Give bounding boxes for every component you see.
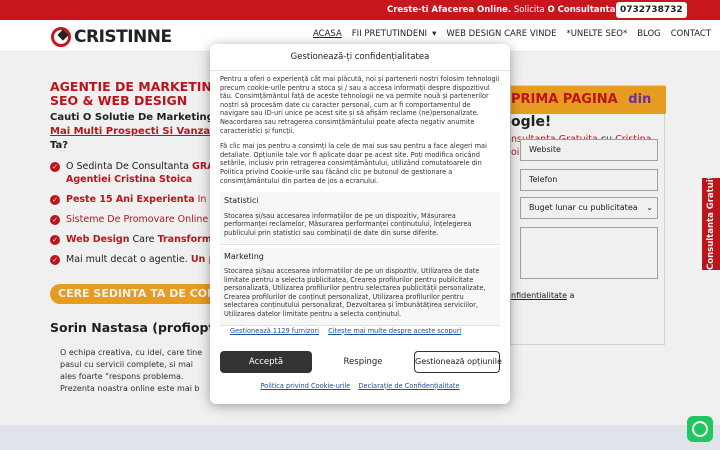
nav-item-label: FII PRETUTINDENI [351,29,428,39]
top-promo-bar: Creste-ti Afacerea Online. Solicita O Co… [0,0,720,20]
cookie-consent-modal: Gestionează-ți confidențialitatea Pentru… [210,44,510,404]
modal-intro-p2: Fă clic mai jos pentru a consimți la cel… [220,142,487,185]
main-nav: ACASA FII PRETUTINDENI ▾ WEB DESIGN CARE … [313,29,720,39]
privacy-statement-link[interactable]: Declarație de Confidențialitate [358,382,459,390]
promo-mid: Solicita [513,5,545,15]
phone-button[interactable]: 0732738732 [616,2,687,18]
read-more-link[interactable]: Citește mai multe despre aceste scopuri [328,327,461,335]
refuse-button[interactable]: Respinge [317,351,409,373]
section-title: Marketing [224,251,264,261]
modal-intro-p1: Pentru a oferi o experiență cât mai plăc… [220,75,500,135]
chevron-down-icon: ▾ [432,29,437,39]
modal-footer-links: Politica privind Cookie-urile Declarație… [210,382,510,391]
section-body: Stocarea și/sau accesarea informațiilor … [224,267,486,319]
nav-item-unelte-seo[interactable]: *UNELTE SEO* [566,29,627,39]
manage-options-button[interactable]: Gestionează opțiunile [414,351,502,373]
manage-vendors-link[interactable]: Gestionează 1129 furnizori [230,327,319,335]
site-logo[interactable]: CRISTINNE [51,26,172,48]
cookie-policy-link[interactable]: Politica privind Cookie-urile [260,382,350,390]
modal-title: Gestionează-ți confidențialitatea [290,52,430,62]
accept-button[interactable]: Acceptă [220,351,312,373]
nav-item-blog[interactable]: BLOG [637,29,661,39]
section-title: Statistici [224,196,259,206]
nav-item-acasa[interactable]: ACASA [313,29,342,39]
nav-item-web-design[interactable]: WEB DESIGN CARE VINDE [446,29,556,39]
consent-section-statistics[interactable]: Statistici Stocarea și/sau accesarea inf… [220,192,500,245]
modal-divider [210,70,510,71]
nav-item-fii-pretutindeni[interactable]: FII PRETUTINDENI ▾ [352,29,437,39]
logo-text: CRISTINNE [74,27,172,47]
consent-section-marketing[interactable]: Marketing Stocarea și/sau accesarea info… [220,247,500,326]
nav-item-contact[interactable]: CONTACT [671,29,711,39]
promo-prefix: Creste-ti Afacerea Online. [387,5,512,15]
modal-intro: Pentru a oferi o experiență cât mai plăc… [220,75,500,185]
logo-mark-icon [51,27,71,47]
section-body: Stocarea și/sau accesarea informațiilor … [224,211,472,237]
modal-links: Gestionează 1129 furnizori Citește mai m… [230,327,468,336]
modal-scroll-area[interactable]: Pentru a oferi o experiență cât mai plăc… [220,75,500,360]
